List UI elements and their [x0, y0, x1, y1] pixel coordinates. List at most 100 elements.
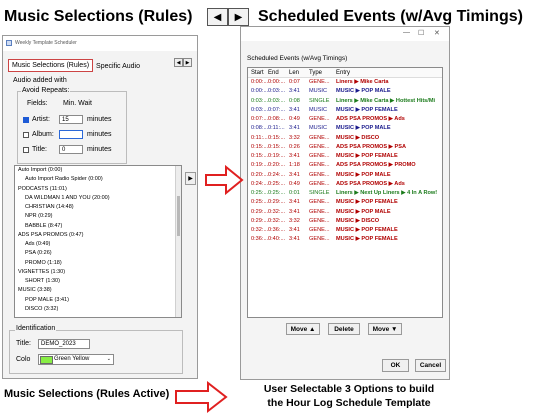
cell-start: 0:25:... — [251, 190, 268, 196]
ok-button[interactable]: OK — [382, 359, 409, 372]
cell-start: 0:07:... — [251, 116, 268, 122]
list-item[interactable]: Ads (0:49) — [15, 240, 181, 249]
cell-start: 0:25:... — [251, 199, 268, 206]
cell-end: 0:32:... — [268, 217, 286, 224]
cell-entry: ADS PSA PROMOS ▶ PSA — [336, 143, 406, 150]
events-table[interactable]: Start End Len Type Entry 0:00:... 0:00:..… — [247, 67, 443, 318]
artist-wait-input[interactable]: 15 — [59, 115, 83, 124]
tab-specific-audio[interactable]: Specific Audio — [93, 61, 143, 72]
chevron-down-icon: ⌄ — [106, 356, 111, 362]
template-scheduler-window: Weekly Template Scheduler Music Selectio… — [2, 35, 198, 379]
list-item[interactable]: MUSIC (3:38) — [15, 286, 181, 295]
title-label: Title: — [16, 340, 31, 347]
table-row[interactable]: 0:15:... 0:19:... 3:41 GENE... MUSIC ▶ POP F… — [248, 152, 442, 161]
column-header-entry[interactable]: Entry — [336, 68, 442, 77]
list-item[interactable]: DA WILDMAN 1 AND YOU (20:00) — [15, 194, 181, 203]
cell-end: 0:20:... — [268, 162, 286, 169]
table-row[interactable]: 0:29:... 0:32:... 3:41 GENE... MUSIC ▶ POP M… — [248, 208, 442, 217]
add-to-schedule-button[interactable]: ▶ — [185, 172, 196, 185]
table-row[interactable]: 0:25:... 0:29:... 3:41 GENE... MUSIC ▶ POP F… — [248, 198, 442, 207]
minimize-icon[interactable]: — — [403, 29, 410, 36]
cell-type: GENE... — [309, 236, 330, 243]
table-row[interactable]: 0:00:... 0:00:... 0:07 GENE... Liners ▶ Mike… — [248, 78, 442, 87]
header-next-button[interactable]: ▶ — [228, 8, 249, 26]
column-header-start[interactable]: Start — [248, 68, 268, 77]
list-item[interactable]: Auto Import (0:00) — [15, 166, 181, 175]
table-row[interactable]: 0:08:... 0:11:... 3:41 MUSIC MUSIC ▶ POP MAL… — [248, 124, 442, 133]
title-wait-input[interactable]: 0 — [59, 145, 83, 154]
cell-type: SINGLE — [309, 97, 330, 104]
cancel-button[interactable]: Cancel — [415, 359, 446, 372]
column-header-type[interactable]: Type — [309, 68, 336, 77]
cell-type: GENE... — [309, 217, 330, 224]
table-row[interactable]: 0:36:... 0:40:... 3:41 GENE... MUSIC ▶ POP F… — [248, 235, 442, 244]
cell-end: 0:40:... — [268, 236, 286, 243]
caption-options: User Selectable 3 Options to build the H… — [254, 382, 444, 410]
maximize-icon[interactable]: ☐ — [418, 29, 424, 37]
cell-type: SINGLE — [309, 190, 330, 196]
category-list[interactable]: Auto Import (0:00) Auto Import Radio Spid… — [14, 165, 182, 318]
list-item[interactable]: POP MALE (3:41) — [15, 296, 181, 305]
table-row[interactable]: 0:29:... 0:32:... 3:32 GENE... MUSIC ▶ DISCO — [248, 217, 442, 226]
app-icon — [6, 40, 12, 46]
table-row[interactable]: 0:00:... 0:03:... 3:41 MUSIC MUSIC ▶ POP MAL… — [248, 87, 442, 96]
move-down-button[interactable]: Move ▼ — [368, 323, 402, 335]
list-item[interactable]: BABBLE (8:47) — [15, 222, 181, 231]
table-row[interactable]: 0:20:... 0:24:... 3:41 GENE... MUSIC ▶ POP M… — [248, 171, 442, 180]
list-item[interactable]: NPR (0:29) — [15, 212, 181, 221]
column-header-end[interactable]: End — [268, 68, 289, 77]
cell-entry: MUSIC ▶ POP FEMALE — [336, 153, 398, 159]
delete-button[interactable]: Delete — [328, 323, 360, 335]
album-wait-input[interactable] — [59, 130, 83, 139]
tab-scroll-left-button[interactable]: ◀ — [174, 58, 183, 67]
list-item[interactable]: DISCO (3:32) — [15, 305, 181, 314]
events-table-header: Start End Len Type Entry — [248, 68, 442, 78]
title-checkbox[interactable] — [23, 147, 29, 153]
cell-len: 3:41 — [289, 153, 300, 159]
list-item[interactable]: PROMO (1:18) — [15, 259, 181, 268]
cell-type: MUSIC — [309, 125, 328, 132]
cell-end: 0:11:... — [268, 125, 285, 132]
table-row[interactable]: 0:03:... 0:07:... 3:41 MUSIC MUSIC ▶ POP FEM… — [248, 106, 442, 115]
table-row[interactable]: 0:19:... 0:20:... 1:18 GENE... ADS PSA PROMO… — [248, 161, 442, 170]
cell-start: 0:15:... — [251, 153, 268, 159]
title-input[interactable]: DEMO_2023 — [38, 339, 90, 349]
album-checkbox[interactable] — [23, 132, 29, 138]
list-item[interactable]: SHORT (1:30) — [15, 277, 181, 286]
table-row[interactable]: 0:07:... 0:08:... 0:49 GENE... ADS PSA PROMO… — [248, 115, 442, 124]
table-row[interactable]: 0:03:... 0:03:... 0:08 SINGLE Liners ▶ Mike … — [248, 97, 442, 106]
scrollbar-thumb[interactable] — [177, 196, 180, 236]
tab-scroll-right-button[interactable]: ▶ — [183, 58, 192, 67]
cell-end: 0:25:... — [268, 190, 286, 196]
avoid-repeats-label: Avoid Repeats: — [21, 87, 71, 94]
artist-checkbox[interactable] — [23, 117, 29, 123]
cell-end: 0:32:... — [268, 208, 286, 215]
move-up-button[interactable]: Move ▲ — [286, 323, 320, 335]
close-icon[interactable]: ✕ — [434, 29, 440, 37]
list-item[interactable]: PODCASTS (11:01) — [15, 185, 181, 194]
header-prev-button[interactable]: ◀ — [207, 8, 228, 26]
cell-type: GENE... — [309, 171, 330, 178]
column-header-len[interactable]: Len — [289, 68, 309, 77]
table-row[interactable]: 0:32:... 0:36:... 3:41 GENE... MUSIC ▶ POP F… — [248, 226, 442, 235]
cell-entry: MUSIC ▶ POP FEMALE — [336, 227, 398, 233]
list-item[interactable]: VIGNETTES (1:30) — [15, 268, 181, 277]
cell-type: GENE... — [309, 79, 330, 85]
list-item[interactable]: PSA (0:26) — [15, 249, 181, 258]
cell-len: 0:08 — [289, 97, 300, 104]
cell-entry: MUSIC ▶ POP MALE — [336, 171, 391, 178]
category-list-scrollbar[interactable] — [175, 166, 181, 317]
list-item[interactable]: Auto Import Radio Spider (0:00) — [15, 175, 181, 184]
cell-end: 0:25:... — [268, 180, 286, 187]
caption-music-selections: Music Selections (Rules Active) — [4, 388, 170, 400]
list-item[interactable]: ADS PSA PROMOS (0:47) — [15, 231, 181, 240]
cell-start: 0:00:... — [251, 88, 268, 95]
table-row[interactable]: 0:25:... 0:25:... 0:01 SINGLE Liners ▶ Next … — [248, 189, 442, 198]
list-item[interactable]: CHRISTIAN (14:48) — [15, 203, 181, 212]
table-row[interactable]: 0:11:... 0:15:... 3:32 GENE... MUSIC ▶ DISCO — [248, 134, 442, 143]
table-row[interactable]: 0:15:... 0:15:... 0:26 GENE... ADS PSA PROMO… — [248, 143, 442, 152]
album-unit-label: minutes — [87, 131, 112, 138]
tab-music-selections[interactable]: Music Selections (Rules) — [8, 59, 94, 72]
table-row[interactable]: 0:24:... 0:25:... 0:49 GENE... ADS PSA PROMO… — [248, 180, 442, 189]
cell-entry: Liners ▶ Mike Carta — [336, 79, 389, 85]
